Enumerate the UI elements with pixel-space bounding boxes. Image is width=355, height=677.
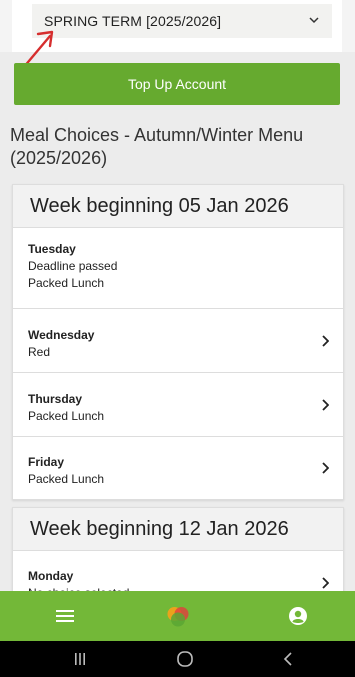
day-row-tuesday: Tuesday Deadline passed Packed Lunch (13, 228, 343, 309)
day-choice: Packed Lunch (28, 276, 105, 290)
hamburger-icon (56, 610, 74, 622)
menu-button[interactable] (40, 591, 90, 641)
day-row-thursday[interactable]: Thursday Packed Lunch (13, 373, 343, 437)
day-row-wednesday[interactable]: Wednesday Red (13, 309, 343, 373)
chevron-right-icon (322, 577, 329, 589)
day-choice: Packed Lunch (28, 472, 105, 486)
day-choice: Red (28, 345, 51, 359)
chevron-right-icon (322, 334, 329, 347)
day-name: Monday (28, 569, 74, 583)
user-circle-icon (289, 607, 307, 625)
week-heading: Week beginning 12 Jan 2026 (13, 508, 343, 551)
app-logo-icon (167, 607, 189, 627)
day-name: Wednesday (28, 328, 95, 342)
term-select[interactable]: SPRING TERM [2025/2026] (32, 4, 332, 38)
system-home-button[interactable] (165, 641, 205, 677)
home-circle-icon (177, 651, 193, 667)
day-choice: Packed Lunch (28, 409, 105, 423)
account-button[interactable] (273, 591, 323, 641)
day-row-friday[interactable]: Friday Packed Lunch (13, 437, 343, 499)
top-up-account-button[interactable]: Top Up Account (14, 63, 340, 105)
day-name: Friday (28, 455, 65, 469)
chevron-right-icon (322, 398, 329, 411)
system-nav-bar (0, 641, 355, 677)
meal-choices-title: Meal Choices - Autumn/Winter Menu (2025/… (10, 125, 304, 168)
chevron-right-icon (322, 462, 329, 474)
term-select-value: SPRING TERM [2025/2026] (44, 13, 222, 29)
back-button[interactable] (268, 641, 308, 677)
recents-button[interactable] (60, 641, 100, 677)
week-heading: Week beginning 05 Jan 2026 (13, 185, 343, 228)
back-icon (283, 652, 292, 666)
bottom-nav (0, 591, 355, 641)
week-card: Week beginning 05 Jan 2026 Tuesday Deadl… (12, 184, 344, 500)
day-name: Tuesday (28, 242, 76, 256)
day-status: Deadline passed (28, 259, 118, 273)
chevron-down-icon (309, 17, 319, 24)
home-button[interactable] (153, 591, 203, 641)
day-name: Thursday (28, 392, 83, 406)
recents-icon (75, 653, 85, 665)
